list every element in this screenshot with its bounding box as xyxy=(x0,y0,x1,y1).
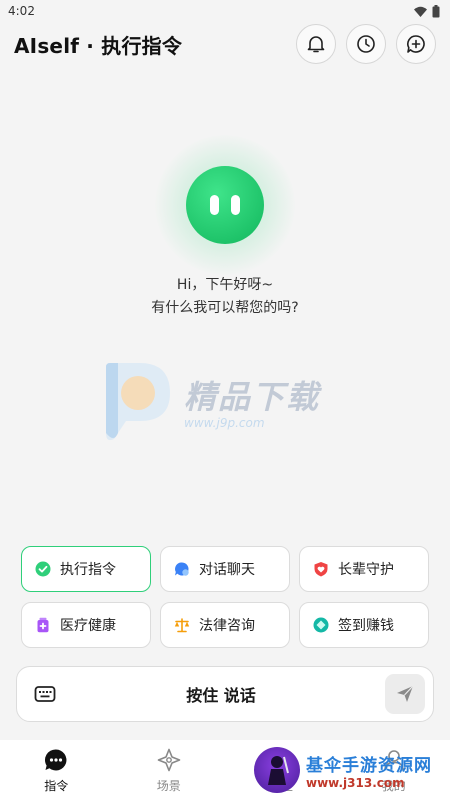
clock-icon xyxy=(357,35,375,53)
new-chat-button[interactable] xyxy=(396,24,436,64)
history-button[interactable] xyxy=(346,24,386,64)
notifications-button[interactable] xyxy=(296,24,336,64)
message-icon xyxy=(45,748,67,770)
heart-shield-icon xyxy=(314,562,328,577)
corner-watermark-logo-icon xyxy=(254,747,300,793)
chip-label: 执行指令 xyxy=(60,562,116,578)
status-bar: 4:02 xyxy=(0,0,450,22)
chip-label: 医疗健康 xyxy=(60,618,116,634)
chip-medical[interactable]: 医疗健康 xyxy=(21,602,151,648)
chip-elder-care[interactable]: 长辈守护 xyxy=(299,546,429,592)
status-time: 4:02 xyxy=(8,4,35,18)
corner-watermark: 基伞手游资源网 www.j313.com xyxy=(250,740,450,800)
chat-bubble-icon xyxy=(175,562,189,576)
quick-action-chips: 执行指令 对话聊天 长辈守护 医疗健康 法律咨询 签到赚钱 xyxy=(21,546,429,648)
nav-label: 场景 xyxy=(156,778,181,793)
chip-label: 对话聊天 xyxy=(199,562,255,578)
nav-item-scenes[interactable]: 场景 xyxy=(113,740,226,800)
page-title: AIself · 执行指令 xyxy=(14,33,183,58)
medicine-icon xyxy=(37,617,49,633)
assistant-face-icon xyxy=(186,166,264,244)
coin-icon xyxy=(313,617,329,633)
bell-icon xyxy=(307,36,325,53)
watermark-logo-icon xyxy=(106,363,170,441)
battery-icon xyxy=(432,4,440,17)
watermark-brand: 精品下载 xyxy=(184,378,321,416)
corner-watermark-url: www.j313.com xyxy=(306,775,405,790)
chip-label: 法律咨询 xyxy=(199,618,255,634)
add-chat-icon xyxy=(407,35,425,53)
check-circle-icon xyxy=(35,561,51,577)
scales-icon xyxy=(174,618,190,633)
greeting-line-2: 有什么我可以帮您的吗? xyxy=(151,300,299,316)
chip-chat[interactable]: 对话聊天 xyxy=(160,546,290,592)
assistant-orb[interactable] xyxy=(155,135,295,275)
watermark-overlay: 精品下载 www.j9p.com xyxy=(96,356,356,446)
chip-checkin-earn[interactable]: 签到赚钱 xyxy=(299,602,429,648)
nav-label: 指令 xyxy=(44,778,69,793)
keyboard-icon[interactable] xyxy=(33,682,57,706)
hold-to-talk-button[interactable]: 按住 说话 xyxy=(186,682,256,706)
send-icon xyxy=(396,685,414,702)
nav-item-commands[interactable]: 指令 xyxy=(0,740,113,800)
chip-label: 长辈守护 xyxy=(338,562,394,578)
wifi-icon xyxy=(414,6,427,17)
chip-legal[interactable]: 法律咨询 xyxy=(160,602,290,648)
voice-input-bar: 按住 说话 xyxy=(16,666,434,722)
greeting-line-1: Hi，下午好呀~ xyxy=(176,277,274,293)
corner-watermark-title: 基伞手游资源网 xyxy=(306,755,432,776)
send-button[interactable] xyxy=(384,674,425,714)
scene-icon xyxy=(157,748,181,771)
watermark-url: www.j9p.com xyxy=(184,416,265,430)
greeting-text: Hi，下午好呀~ 有什么我可以帮您的吗? xyxy=(0,274,450,320)
app-header: AIself · 执行指令 xyxy=(0,22,450,66)
chip-execute-command[interactable]: 执行指令 xyxy=(21,546,151,592)
chip-label: 签到赚钱 xyxy=(338,618,394,634)
